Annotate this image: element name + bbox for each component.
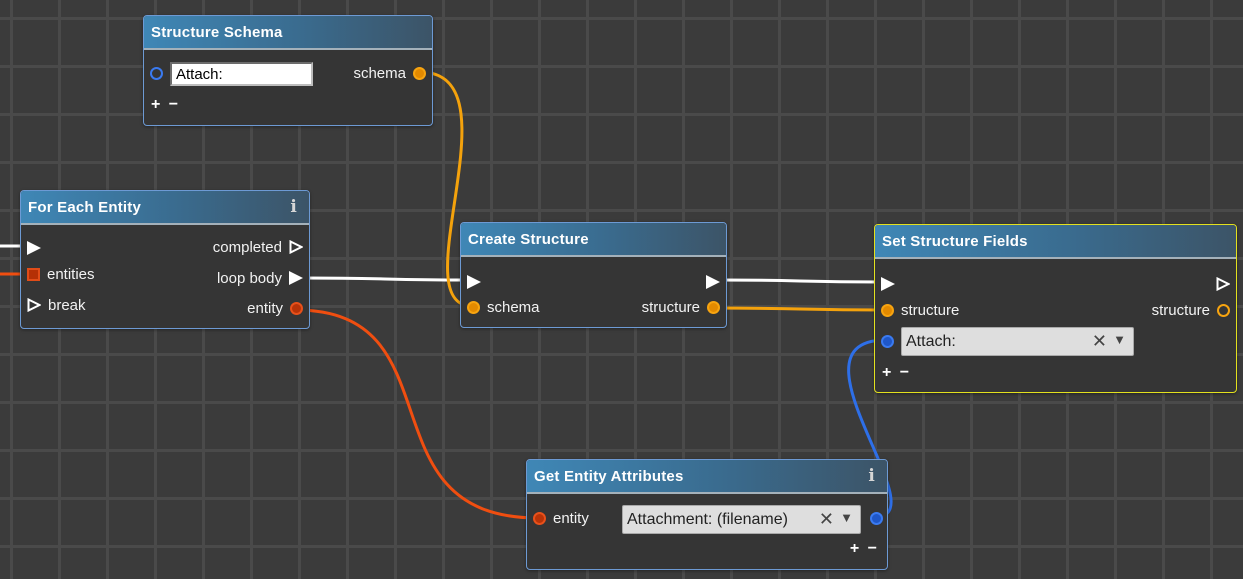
dropdown-arrow-icon[interactable]: ▼ <box>1113 332 1126 347</box>
add-field-button[interactable]: + <box>151 96 162 113</box>
exec-output-pin[interactable] <box>706 275 720 290</box>
wire-loop-body-to-create <box>304 276 466 282</box>
input-pin[interactable] <box>150 67 163 80</box>
node-get-entity-attributes[interactable]: Get Entity Attributes i entity Attachmen… <box>526 459 888 570</box>
info-icon[interactable]: i <box>290 197 297 217</box>
input-exec <box>27 239 41 259</box>
node-title: Create Structure <box>468 231 589 248</box>
input-label: entity <box>553 509 589 527</box>
exec-input-pin[interactable] <box>881 277 895 292</box>
node-header[interactable]: Set Structure Fields <box>875 225 1236 259</box>
input-label: schema <box>487 298 540 316</box>
loop-body-output-pin[interactable] <box>289 271 303 286</box>
output-loop-body: loop body <box>217 269 303 289</box>
structure-input-pin[interactable] <box>881 303 894 317</box>
schema-name-input[interactable] <box>170 62 313 86</box>
node-title: For Each Entity <box>28 199 142 216</box>
input-structure: structure <box>881 301 959 321</box>
output-label: loop body <box>216 269 282 287</box>
node-title: Get Entity Attributes <box>534 468 684 485</box>
entity-output-pin[interactable] <box>290 301 303 315</box>
attribute-select[interactable]: Attachment: (filename) ✕ ▼ <box>622 505 861 534</box>
info-icon[interactable]: i <box>868 466 875 486</box>
node-header[interactable]: Structure Schema <box>144 16 432 50</box>
add-field-button[interactable]: + <box>882 364 893 381</box>
break-input-pin[interactable] <box>27 298 41 313</box>
field-select-value: Attach: <box>906 333 956 350</box>
schema-input-pin[interactable] <box>467 300 480 314</box>
output-exec <box>1216 275 1230 295</box>
input-exec <box>881 275 895 295</box>
input-label: break <box>48 296 86 314</box>
input-break: break <box>27 296 86 316</box>
node-set-structure-fields[interactable]: Set Structure Fields structure structure… <box>874 224 1237 393</box>
node-header[interactable]: Create Structure <box>461 223 726 257</box>
node-for-each-entity[interactable]: For Each Entity i entities break complet… <box>20 190 310 329</box>
output-label: entity <box>247 299 283 317</box>
output-structure: structure <box>642 298 720 318</box>
node-title: Set Structure Fields <box>882 233 1028 250</box>
output-label: completed <box>212 238 282 256</box>
node-title: Structure Schema <box>151 24 283 41</box>
completed-output-pin[interactable] <box>289 240 303 255</box>
remove-field-button[interactable]: − <box>169 96 180 113</box>
wire-structure <box>712 306 887 312</box>
structure-output-pin[interactable] <box>1217 303 1230 317</box>
output-label: schema <box>353 64 406 82</box>
schema-output-pin[interactable] <box>413 66 426 80</box>
input-exec <box>467 273 481 293</box>
entity-input-pin[interactable] <box>533 511 546 525</box>
attribute-select-value: Attachment: (filename) <box>627 511 788 528</box>
remove-attribute-button[interactable]: − <box>868 540 879 557</box>
structure-output-pin[interactable] <box>707 300 720 314</box>
node-structure-schema[interactable]: Structure Schema schema + − <box>143 15 433 126</box>
input-schema: schema <box>467 298 540 318</box>
wire-entity <box>295 308 539 520</box>
remove-field-button[interactable]: − <box>900 364 911 381</box>
output-completed: completed <box>213 238 303 258</box>
output-label: structure <box>641 298 700 316</box>
dropdown-arrow-icon[interactable]: ▼ <box>840 510 853 525</box>
output-schema: schema <box>353 64 426 84</box>
output-entity: entity <box>247 299 303 319</box>
input-entity: entity <box>533 509 589 529</box>
attribute-output-pin[interactable] <box>870 512 883 525</box>
output-exec <box>706 273 720 293</box>
input-label: structure <box>901 301 960 319</box>
node-header[interactable]: Get Entity Attributes i <box>527 460 887 494</box>
exec-input-pin[interactable] <box>27 241 41 256</box>
exec-output-pin[interactable] <box>1216 277 1230 292</box>
clear-icon[interactable]: ✕ <box>1092 331 1107 352</box>
wire-create-to-set-exec <box>719 278 881 284</box>
add-attribute-button[interactable]: + <box>850 540 861 557</box>
clear-icon[interactable]: ✕ <box>819 509 834 530</box>
node-header[interactable]: For Each Entity i <box>21 191 309 225</box>
output-label: structure <box>1151 301 1210 319</box>
node-create-structure[interactable]: Create Structure schema structure <box>460 222 727 328</box>
input-label: entities <box>47 265 95 283</box>
exec-input-pin[interactable] <box>467 275 481 290</box>
field-input-pin[interactable] <box>881 335 894 348</box>
input-entities: entities <box>27 265 95 285</box>
entities-input-pin[interactable] <box>27 267 40 281</box>
output-structure: structure <box>1152 301 1230 321</box>
field-select[interactable]: Attach: ✕ ▼ <box>901 327 1134 356</box>
